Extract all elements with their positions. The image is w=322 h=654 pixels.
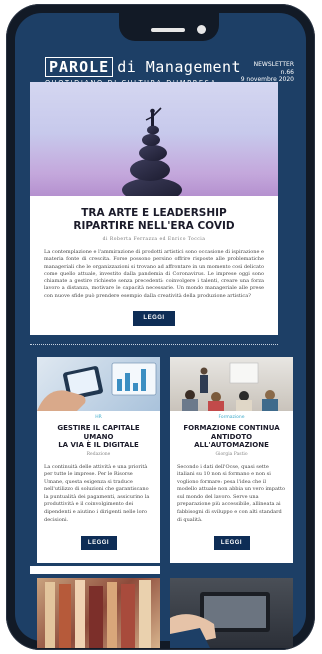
- card-training-author: Giorgia Pastio: [215, 451, 248, 457]
- brand-secondary: di Management: [117, 58, 242, 76]
- hero-image: [30, 82, 278, 202]
- article-card-bottom-right-image: [170, 578, 293, 648]
- card-hr-author: Redazione: [86, 451, 111, 457]
- card-training-image: [170, 357, 293, 411]
- article-card-bottom-left-image: [37, 578, 160, 648]
- card-hr-read-button[interactable]: LEGGI: [80, 536, 117, 551]
- tablet-charts-illustration: [37, 362, 157, 411]
- hero-read-button[interactable]: LEGGI: [133, 311, 175, 327]
- card-training-read-button[interactable]: LEGGI: [213, 536, 250, 551]
- hero-title-line2: RIPARTIRE NELL'ERA COVID: [73, 220, 235, 232]
- article-card-training: Formazione FORMAZIONE CONTINUA ANTIDOTO …: [170, 357, 293, 563]
- card-training-title-line2: ANTIDOTO: [210, 432, 253, 441]
- hero-body: La contemplazione e l'ammirazione di pro…: [44, 249, 264, 299]
- hero-article: TRA ARTE E LEADERSHIP RIPARTIRE NELL'ERA…: [30, 82, 278, 335]
- card-training-category: Formazione: [218, 415, 245, 420]
- newsletter-number: n.66: [280, 68, 294, 76]
- card-hr-title-line1: GESTIRE IL CAPITALE UMANO: [57, 424, 140, 441]
- stone-stack-illustration: [122, 107, 182, 202]
- card-training-title: FORMAZIONE CONTINUA ANTIDOTO ALL'AUTOMAZ…: [170, 424, 293, 450]
- article-card-hr: HR GESTIRE IL CAPITALE UMANO LA VIA È IL…: [37, 357, 160, 563]
- section-divider-bar: [30, 566, 160, 574]
- card-hr-body: La continuità delle attività e una prior…: [44, 463, 150, 523]
- card-training-title-line1: FORMAZIONE CONTINUA: [183, 424, 280, 432]
- brand-primary: PAROLE: [45, 57, 114, 77]
- laptop-hands-illustration: [170, 592, 270, 648]
- classroom-illustration: [182, 362, 278, 411]
- card-hr-title-line2: LA VIA È IL DIGITALE: [58, 441, 139, 449]
- speaker-icon: [151, 28, 185, 32]
- section-divider: [30, 344, 278, 345]
- newsletter-info: NEWSLETTER n.66 9 novembre 2020: [241, 61, 294, 84]
- card-hr-category: HR: [95, 415, 102, 420]
- card-training-title-line3: ALL'AUTOMAZIONE: [194, 441, 269, 449]
- camera-icon: [197, 25, 206, 34]
- brand-logo: PAROLE di Management: [45, 57, 242, 77]
- hero-authors: di Roberta Ferrazza ed Enrico Toccia: [102, 237, 206, 242]
- newsletter-label: NEWSLETTER: [253, 61, 294, 68]
- hero-title: TRA ARTE E LEADERSHIP RIPARTIRE NELL'ERA…: [30, 207, 278, 233]
- hero-title-line1: TRA ARTE E LEADERSHIP: [81, 207, 227, 219]
- card-hr-title: GESTIRE IL CAPITALE UMANO LA VIA È IL DI…: [37, 424, 160, 450]
- card-hr-image: [37, 357, 160, 411]
- phone-notch: [119, 13, 219, 41]
- fabric-rack-illustration: [45, 580, 151, 648]
- card-training-body: Secondo i dati dell'Ocse, quasi sette it…: [177, 463, 286, 523]
